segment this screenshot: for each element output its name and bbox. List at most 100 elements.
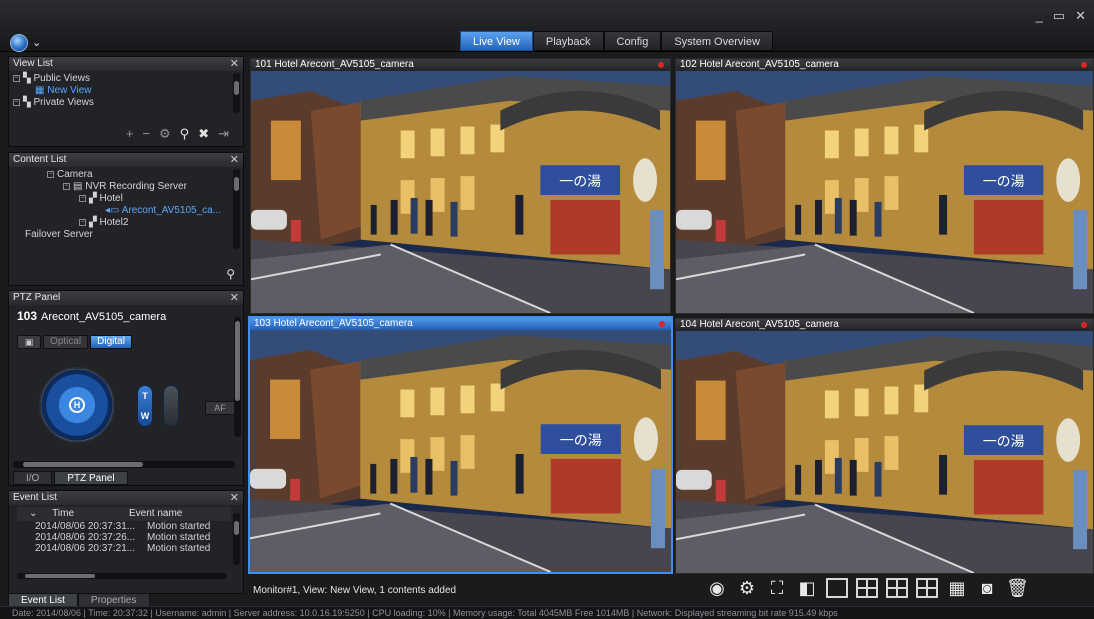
tab-config[interactable]: Config bbox=[603, 31, 662, 51]
alarm-icon[interactable]: ◉ bbox=[706, 577, 728, 599]
focus-control[interactable] bbox=[163, 385, 179, 427]
tree-item-camera-arecont[interactable]: ◂▭ Arecont_AV5105_ca... bbox=[13, 205, 239, 217]
tree-item-private-views[interactable]: − ▚ Private Views bbox=[13, 97, 239, 109]
view-toolbar: ◉ ⚙ ⛶ ◧ ▦ ◙ 🗑 bbox=[706, 577, 1029, 599]
chevron-down-icon[interactable]: ⌄ bbox=[32, 36, 41, 49]
trash-icon[interactable]: 🗑 bbox=[1006, 577, 1029, 599]
camera-tile[interactable]: 102 Hotel Arecont_AV5105_camera 一の湯 bbox=[675, 58, 1094, 314]
snapshot-icon[interactable]: ◙ bbox=[976, 577, 998, 599]
view-list-panel: View List ✕ − ▚ Public Views ▦ New View −… bbox=[8, 56, 244, 147]
tab-ptz-panel[interactable]: PTZ Panel bbox=[54, 471, 128, 485]
status-message: Monitor#1, View: New View, 1 contents ad… bbox=[253, 585, 457, 596]
app-logo-icon[interactable] bbox=[10, 34, 28, 52]
scrollbar[interactable] bbox=[234, 317, 241, 437]
layouts-icon[interactable]: ▦ bbox=[946, 577, 968, 599]
tab-live-view[interactable]: Live View bbox=[460, 31, 533, 51]
event-tabs: Event List Properties bbox=[8, 593, 150, 607]
recording-indicator-icon bbox=[1081, 322, 1087, 328]
camera-tile-selected[interactable]: 103 Hotel Arecont_AV5105_camera 一の湯 bbox=[248, 316, 673, 574]
title-bar: ⌄ Live View Playback Config System Overv… bbox=[0, 0, 1094, 52]
table-row[interactable]: 2014/08/06 20:37:26... Motion started bbox=[9, 532, 243, 543]
zoom-wide-button[interactable]: W bbox=[138, 406, 152, 426]
svg-text:一の湯: 一の湯 bbox=[559, 173, 601, 190]
collapse-icon[interactable]: − bbox=[79, 194, 86, 202]
collapse-icon[interactable]: − bbox=[79, 218, 86, 226]
tab-io[interactable]: I/O bbox=[13, 471, 53, 485]
view-tree: − ▚ Public Views ▦ New View − ▚ Private Vi… bbox=[9, 71, 243, 113]
fullscreen-icon[interactable]: ⛶ bbox=[766, 577, 788, 599]
sequence-icon[interactable]: ◧ bbox=[796, 577, 818, 599]
tools-icon[interactable]: ✖ bbox=[198, 126, 209, 142]
group-icon: ▞ bbox=[89, 193, 100, 204]
ptz-mode-switch: ▣ Optical Digital bbox=[17, 335, 132, 349]
tree-item-failover-server[interactable]: Failover Server bbox=[13, 229, 239, 241]
tree-item-hotel[interactable]: − ▞ Hotel bbox=[13, 193, 239, 205]
close-icon[interactable]: ✕ bbox=[230, 153, 239, 167]
collapse-icon[interactable]: − bbox=[47, 170, 54, 178]
layout-3x3-icon[interactable] bbox=[916, 578, 938, 598]
camera-tile[interactable]: 101 Hotel Arecont_AV5105_camera 一の湯 bbox=[250, 58, 671, 314]
tab-event-list[interactable]: Event List bbox=[8, 593, 78, 607]
camera-icon: ◂▭ bbox=[105, 205, 122, 216]
add-icon[interactable]: + bbox=[126, 126, 134, 142]
camera-tile-title: 102 Hotel Arecont_AV5105_camera bbox=[680, 59, 839, 70]
zoom-control[interactable]: T W bbox=[137, 385, 153, 427]
horizontal-scrollbar[interactable] bbox=[17, 573, 227, 579]
home-icon[interactable]: H bbox=[69, 397, 85, 413]
main-tabs: Live View Playback Config System Overvie… bbox=[460, 31, 773, 51]
tree-item-new-view[interactable]: ▦ New View bbox=[13, 85, 239, 97]
panel-title: View List bbox=[13, 58, 53, 69]
tree-item-hotel2[interactable]: − ▞ Hotel2 bbox=[13, 217, 239, 229]
search-icon[interactable]: ⚲ bbox=[226, 267, 235, 281]
horizontal-scrollbar[interactable] bbox=[13, 461, 235, 468]
tab-playback[interactable]: Playback bbox=[532, 31, 604, 51]
table-row[interactable]: 2014/08/06 20:37:31... Motion started bbox=[9, 521, 243, 532]
close-icon[interactable]: ✕ bbox=[1075, 8, 1086, 24]
digital-mode-button[interactable]: Digital bbox=[90, 335, 132, 349]
tab-properties[interactable]: Properties bbox=[77, 593, 150, 607]
camera-tile[interactable]: 104 Hotel Arecont_AV5105_camera 一の湯 bbox=[675, 318, 1094, 574]
content-list-panel: Content List ✕ − Camera − ▤ NVR Recording … bbox=[8, 152, 244, 286]
close-icon[interactable]: ✕ bbox=[230, 291, 239, 305]
scrollbar[interactable] bbox=[233, 513, 240, 565]
collapse-icon[interactable]: − bbox=[63, 182, 70, 190]
table-row[interactable]: 2014/08/06 20:37:21... Motion started bbox=[9, 543, 243, 554]
layout-2x2-icon[interactable] bbox=[856, 578, 878, 598]
panel-title: PTZ Panel bbox=[13, 292, 61, 303]
camera-video-frame: 一の湯 bbox=[251, 71, 670, 313]
panel-title: Event List bbox=[13, 492, 57, 503]
folder-icon: ▚ bbox=[23, 73, 34, 84]
close-icon[interactable]: ✕ bbox=[230, 57, 239, 71]
tab-system-overview[interactable]: System Overview bbox=[661, 31, 773, 51]
column-header-event-name[interactable]: Event name bbox=[129, 507, 182, 521]
tree-item-public-views[interactable]: − ▚ Public Views bbox=[13, 73, 239, 85]
scrollbar[interactable] bbox=[233, 73, 240, 113]
svg-text:一の湯: 一の湯 bbox=[560, 432, 602, 449]
ptz-camera-title: 103 Arecont_AV5105_camera bbox=[17, 309, 167, 323]
remove-icon[interactable]: − bbox=[142, 126, 150, 142]
settings-icon[interactable]: ⚙ bbox=[159, 126, 171, 142]
layout-1plus5-icon[interactable] bbox=[886, 578, 908, 598]
autofocus-button[interactable]: AF bbox=[205, 401, 235, 415]
column-header-time[interactable]: ⌄ Time bbox=[17, 507, 129, 521]
restore-icon[interactable]: ▭ bbox=[1053, 8, 1065, 24]
scrollbar[interactable] bbox=[233, 169, 240, 249]
settings-icon[interactable]: ⚙ bbox=[736, 577, 758, 599]
camera-video-frame: 一の湯 bbox=[676, 331, 1093, 573]
export-icon[interactable]: ⇥ bbox=[218, 126, 229, 142]
close-icon[interactable]: ✕ bbox=[230, 491, 239, 505]
search-icon[interactable]: ⚲ bbox=[180, 126, 190, 142]
zoom-tele-button[interactable]: T bbox=[138, 386, 152, 406]
view-list-toolbar: + − ⚙ ⚲ ✖ ⇥ bbox=[126, 126, 229, 142]
group-icon: ▞ bbox=[89, 217, 100, 228]
ptz-joystick[interactable]: H bbox=[39, 367, 115, 443]
tree-item-nvr-server[interactable]: − ▤ NVR Recording Server bbox=[13, 181, 239, 193]
optical-mode-button[interactable]: Optical bbox=[43, 335, 89, 349]
collapse-icon[interactable]: − bbox=[13, 74, 20, 82]
recording-indicator-icon bbox=[658, 62, 664, 68]
minimize-icon[interactable]: _ bbox=[1036, 8, 1043, 24]
tree-item-camera[interactable]: − Camera bbox=[13, 169, 239, 181]
collapse-icon[interactable]: − bbox=[13, 98, 20, 106]
layout-1x1-icon[interactable] bbox=[826, 578, 848, 598]
lock-icon[interactable]: ▣ bbox=[17, 335, 41, 349]
